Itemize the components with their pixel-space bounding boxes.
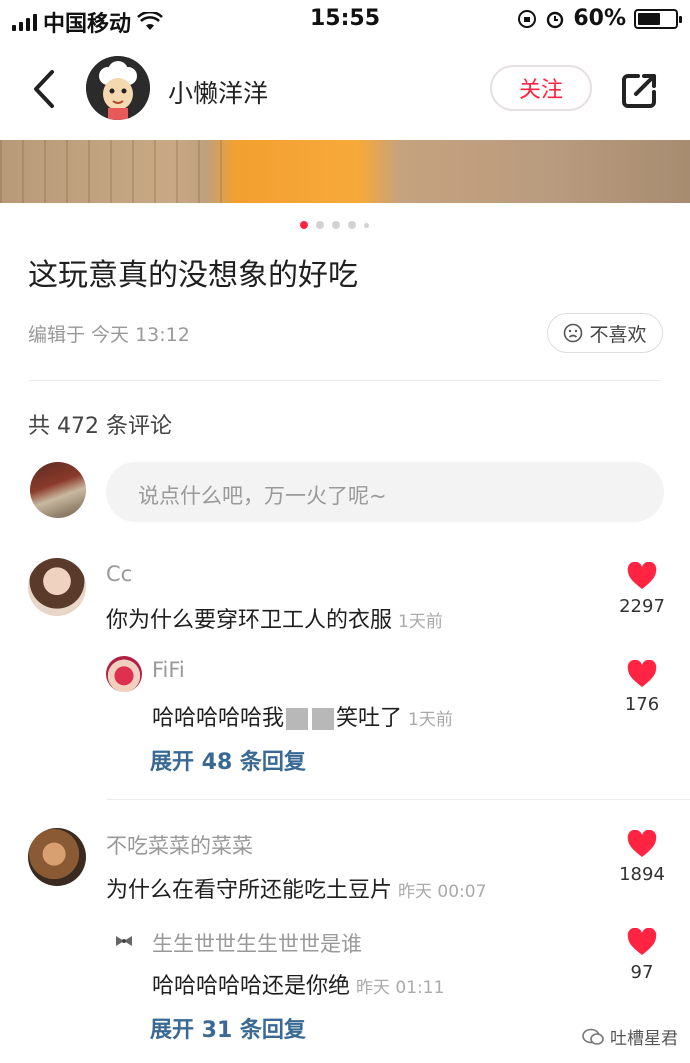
image-pagination-dots [300,221,369,229]
blurred-text [286,708,309,730]
reply-body: 哈哈哈哈哈还是你绝 [152,974,351,999]
author-name[interactable]: 小懒洋洋 [168,74,268,110]
orientation-lock-icon [518,9,537,28]
reply-like-button[interactable]: 176 [610,659,674,715]
expand-replies-link[interactable]: 展开 31 条回复 [150,1012,306,1044]
comment-text: 你为什么要穿环卫工人的衣服 1天前 [106,602,443,634]
blurred-text [312,708,335,730]
follow-button[interactable]: 关注 [490,65,592,111]
pagination-dot [316,221,324,229]
watermark: 吐槽星君 [582,1024,678,1049]
pagination-dot [364,222,369,228]
divider [28,380,662,381]
reply-time: 昨天 01:11 [356,978,445,998]
battery-percent: 60% [573,6,626,31]
reply-body-start: 哈哈哈哈哈我 [152,706,285,731]
pagination-dot [332,221,340,229]
pagination-dot [348,221,356,229]
like-button[interactable]: 2297 [610,561,674,617]
post-image[interactable] [0,140,690,203]
like-count: 1894 [619,864,665,885]
comment-text: 为什么在看守所还能吃土豆片 昨天 00:07 [106,872,486,904]
post-title: 这玩意真的没想象的好吃 [28,258,358,293]
battery-icon [634,8,682,29]
heart-icon [627,561,657,589]
comment-input-placeholder: 说点什么吧，万一火了呢~ [138,484,387,508]
reply-body-end: 笑吐了 [336,706,403,731]
author-avatar[interactable] [86,56,150,120]
dislike-button[interactable]: 不喜欢 [547,313,663,353]
pagination-dot [300,221,308,229]
comment-body: 为什么在看守所还能吃土豆片 [106,878,393,903]
comment-username[interactable]: 不吃菜菜的菜菜 [106,830,253,860]
reply-time: 1天前 [408,710,453,730]
heart-icon [627,829,657,857]
dislike-label: 不喜欢 [589,323,647,346]
watermark-text: 吐槽星君 [610,1029,678,1049]
comment-username[interactable]: Cc [106,562,132,586]
back-button[interactable] [28,66,60,112]
battery-fill [638,12,660,25]
expand-replies-link[interactable]: 展开 48 条回复 [150,744,306,776]
my-avatar [30,462,86,518]
reply-username[interactable]: 生生世世生生世世是谁 [152,928,362,958]
comment-time: 昨天 00:07 [398,882,487,902]
wechat-icon [582,1028,604,1045]
sad-face-icon [564,323,583,343]
divider [106,799,690,800]
reply-text: 哈哈哈哈哈我 笑吐了 1天前 [152,700,453,732]
edit-time: 编辑于 今天 13:12 [28,324,190,346]
comment-body: 你为什么要穿环卫工人的衣服 [106,608,393,633]
reply-text: 哈哈哈哈哈还是你绝 昨天 01:11 [152,968,444,1000]
sheep-avatar-icon [86,56,150,120]
like-count: 176 [624,694,660,715]
status-bar: 中国移动 15:55 60% [0,0,690,40]
like-count: 97 [630,962,654,983]
reply-like-button[interactable]: 97 [610,927,674,983]
comment-time: 1天前 [398,612,443,632]
heart-icon [627,659,657,687]
commenter-avatar[interactable] [28,558,86,616]
heart-icon [627,927,657,955]
bow-avatar-icon[interactable] [114,934,134,948]
reply-avatar[interactable] [106,656,142,692]
like-button[interactable]: 1894 [610,829,674,885]
like-count: 2297 [619,596,665,617]
comment-count: 共 472 条评论 [28,414,172,439]
commenter-avatar[interactable] [28,828,86,886]
share-button[interactable] [620,70,660,110]
reply-username[interactable]: FiFi [152,658,185,682]
comment-input[interactable]: 说点什么吧，万一火了呢~ [106,462,664,522]
alarm-icon [547,11,564,28]
